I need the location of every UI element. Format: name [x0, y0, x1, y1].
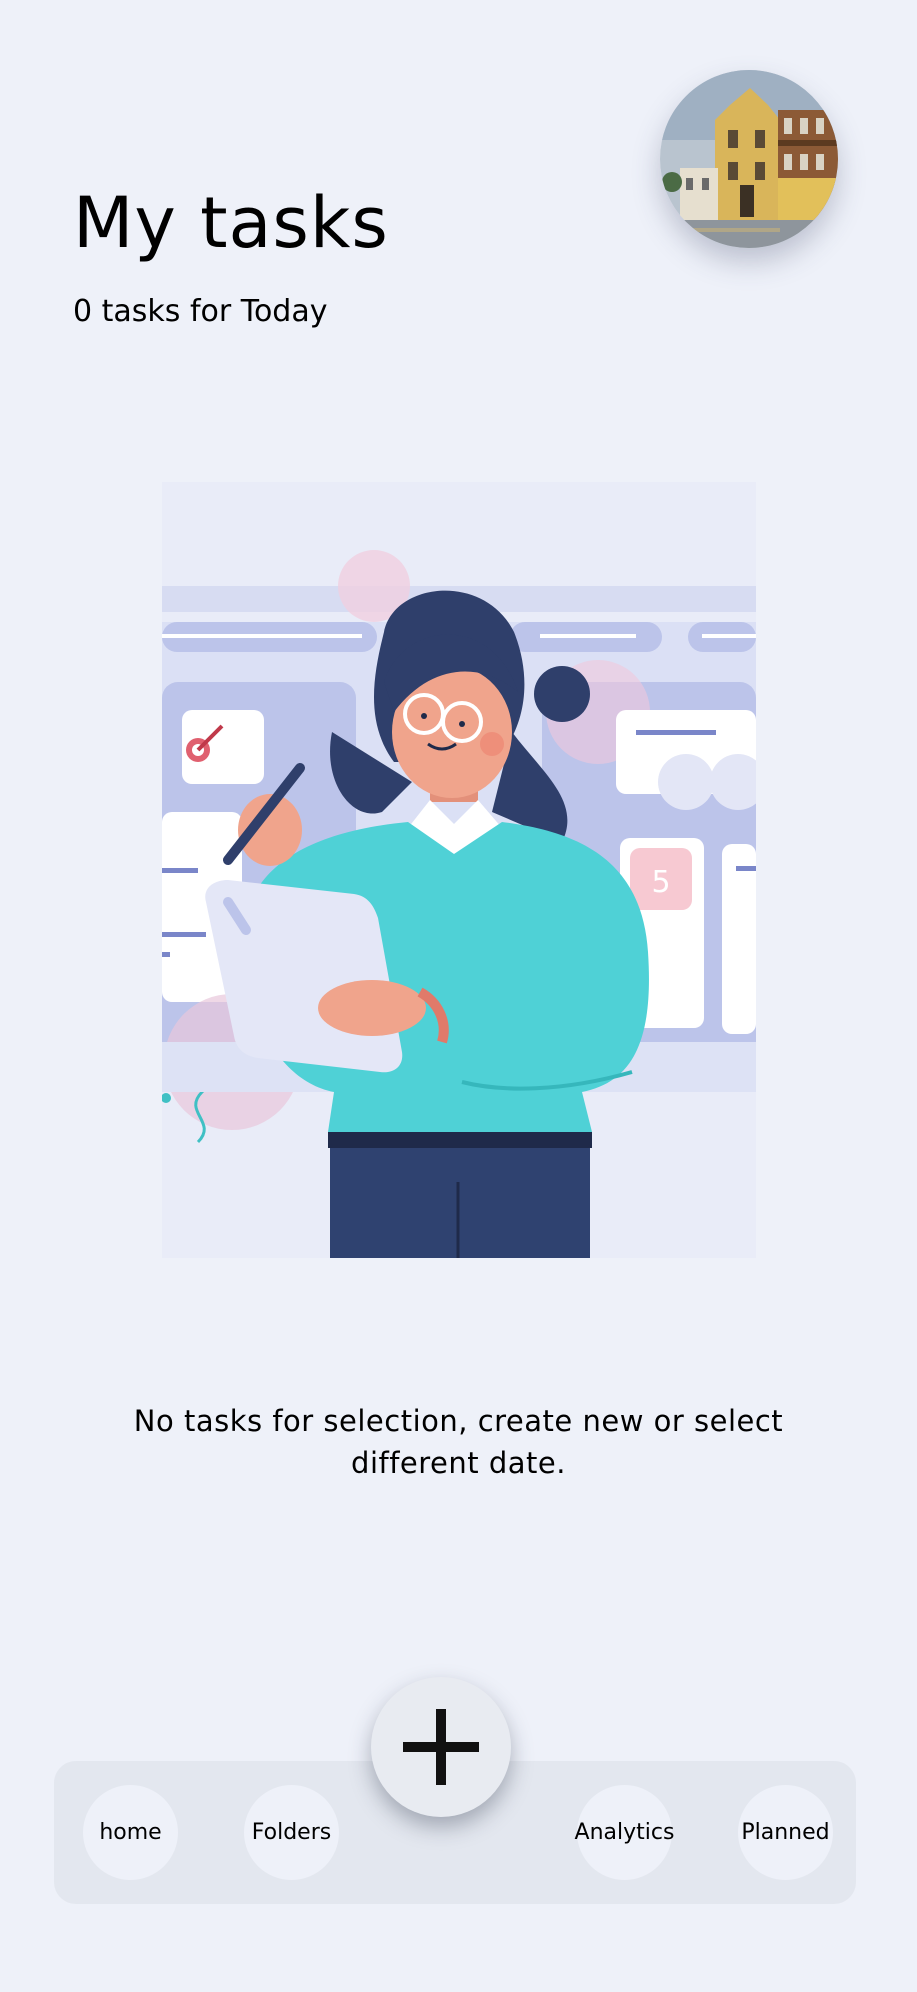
empty-state-message: No tasks for selection, create new or se…	[133, 1404, 784, 1480]
nav-item-label: Analytics	[574, 1820, 675, 1845]
nav-item-label: Planned	[741, 1820, 830, 1845]
nav-item-planned[interactable]: Planned	[738, 1785, 833, 1880]
calendar-badge: 5	[651, 865, 670, 900]
page-title: My tasks	[73, 182, 389, 264]
plus-icon	[403, 1709, 479, 1785]
profile-photo-building-icon	[660, 70, 838, 248]
profile-avatar[interactable]	[660, 70, 838, 248]
empty-state-illustration: 5	[161, 482, 766, 1258]
nav-item-home[interactable]: home	[83, 1785, 178, 1880]
woman-with-clipboard-illustration-icon: 5	[161, 482, 766, 1258]
nav-item-label: Folders	[251, 1820, 332, 1845]
add-task-button[interactable]	[371, 1677, 511, 1817]
nav-item-label: home	[99, 1820, 162, 1845]
nav-item-analytics[interactable]: Analytics	[574, 1785, 675, 1880]
tasks-count-subtitle: 0 tasks for Today	[73, 294, 328, 329]
nav-item-folders[interactable]: Folders	[244, 1785, 339, 1880]
